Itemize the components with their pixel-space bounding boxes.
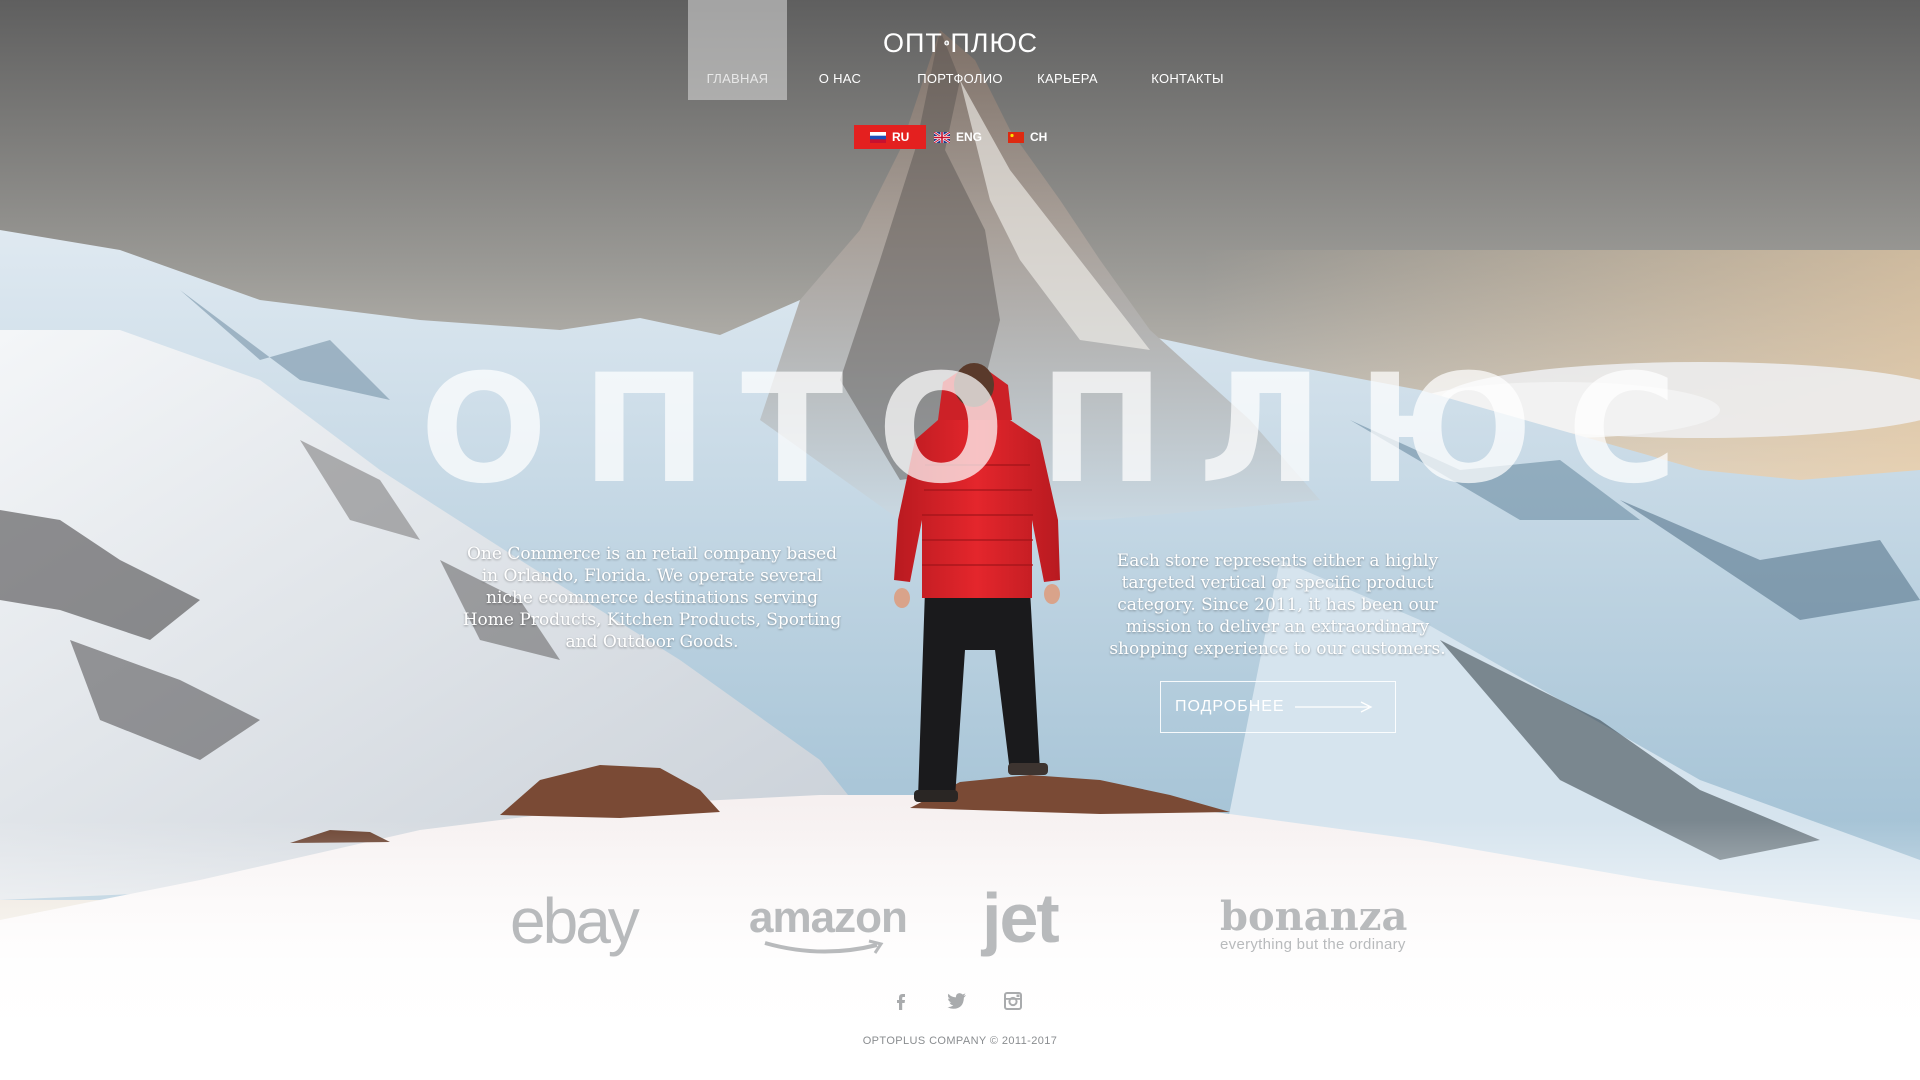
- main-navigation: ГЛАВНАЯ О НАС ПОРТФОЛИО КАРЬЕРА КОНТАКТЫ: [0, 0, 1920, 100]
- language-label: CH: [1030, 130, 1048, 144]
- ebay-logo[interactable]: ebay: [510, 884, 640, 958]
- instagram-icon[interactable]: [1002, 990, 1024, 1012]
- hero-left-description: One Commerce is an retail company based …: [462, 544, 842, 652]
- language-label: ENG: [956, 130, 983, 144]
- language-ru[interactable]: RU: [854, 125, 926, 149]
- bonanza-logo[interactable]: bonanza everything but the ordinary: [1220, 893, 1407, 953]
- russia-flag-icon: [870, 131, 886, 143]
- copyright-text: OPTOPLUS COMPANY © 2011-2017: [862, 1035, 1058, 1047]
- facebook-glyph: [897, 994, 905, 1010]
- arrow-right-icon: [1294, 701, 1373, 713]
- nav-item-contacts[interactable]: КОНТАКТЫ: [1140, 0, 1235, 100]
- more-button-label: ПОДРОБНЕЕ: [1175, 698, 1285, 715]
- language-eng[interactable]: ENG: [934, 125, 1004, 149]
- nav-item-about[interactable]: О НАС: [800, 0, 880, 100]
- language-ch[interactable]: CH: [1008, 125, 1068, 149]
- jet-logo[interactable]: jet: [982, 878, 1060, 958]
- bonanza-tagline: everything but the ordinary: [1220, 936, 1406, 953]
- instagram-glyph: [1004, 992, 1022, 1010]
- amazon-logo[interactable]: amazon: [749, 893, 908, 954]
- amazon-smile-icon: [764, 939, 884, 954]
- facebook-icon[interactable]: [890, 990, 912, 1012]
- hero-title: ОПТОПЛЮС: [420, 343, 1712, 517]
- nav-item-portfolio[interactable]: ПОРТФОЛИО: [905, 0, 1015, 100]
- twitter-icon[interactable]: [946, 990, 968, 1012]
- twitter-glyph: [947, 993, 966, 1009]
- hero-background: [0, 0, 1920, 1080]
- language-label: RU: [892, 130, 910, 144]
- uk-flag-icon: [934, 131, 950, 143]
- nav-item-home[interactable]: ГЛАВНАЯ: [688, 0, 787, 100]
- hero-right-description: Each store represents either a highly ta…: [1109, 551, 1446, 659]
- bonanza-logo-text: bonanza: [1220, 893, 1408, 940]
- china-flag-icon: [1008, 131, 1024, 143]
- nav-item-careers[interactable]: КАРЬЕРА: [1025, 0, 1110, 100]
- more-button[interactable]: ПОДРОБНЕЕ: [1160, 681, 1396, 733]
- amazon-logo-text: amazon: [749, 893, 908, 942]
